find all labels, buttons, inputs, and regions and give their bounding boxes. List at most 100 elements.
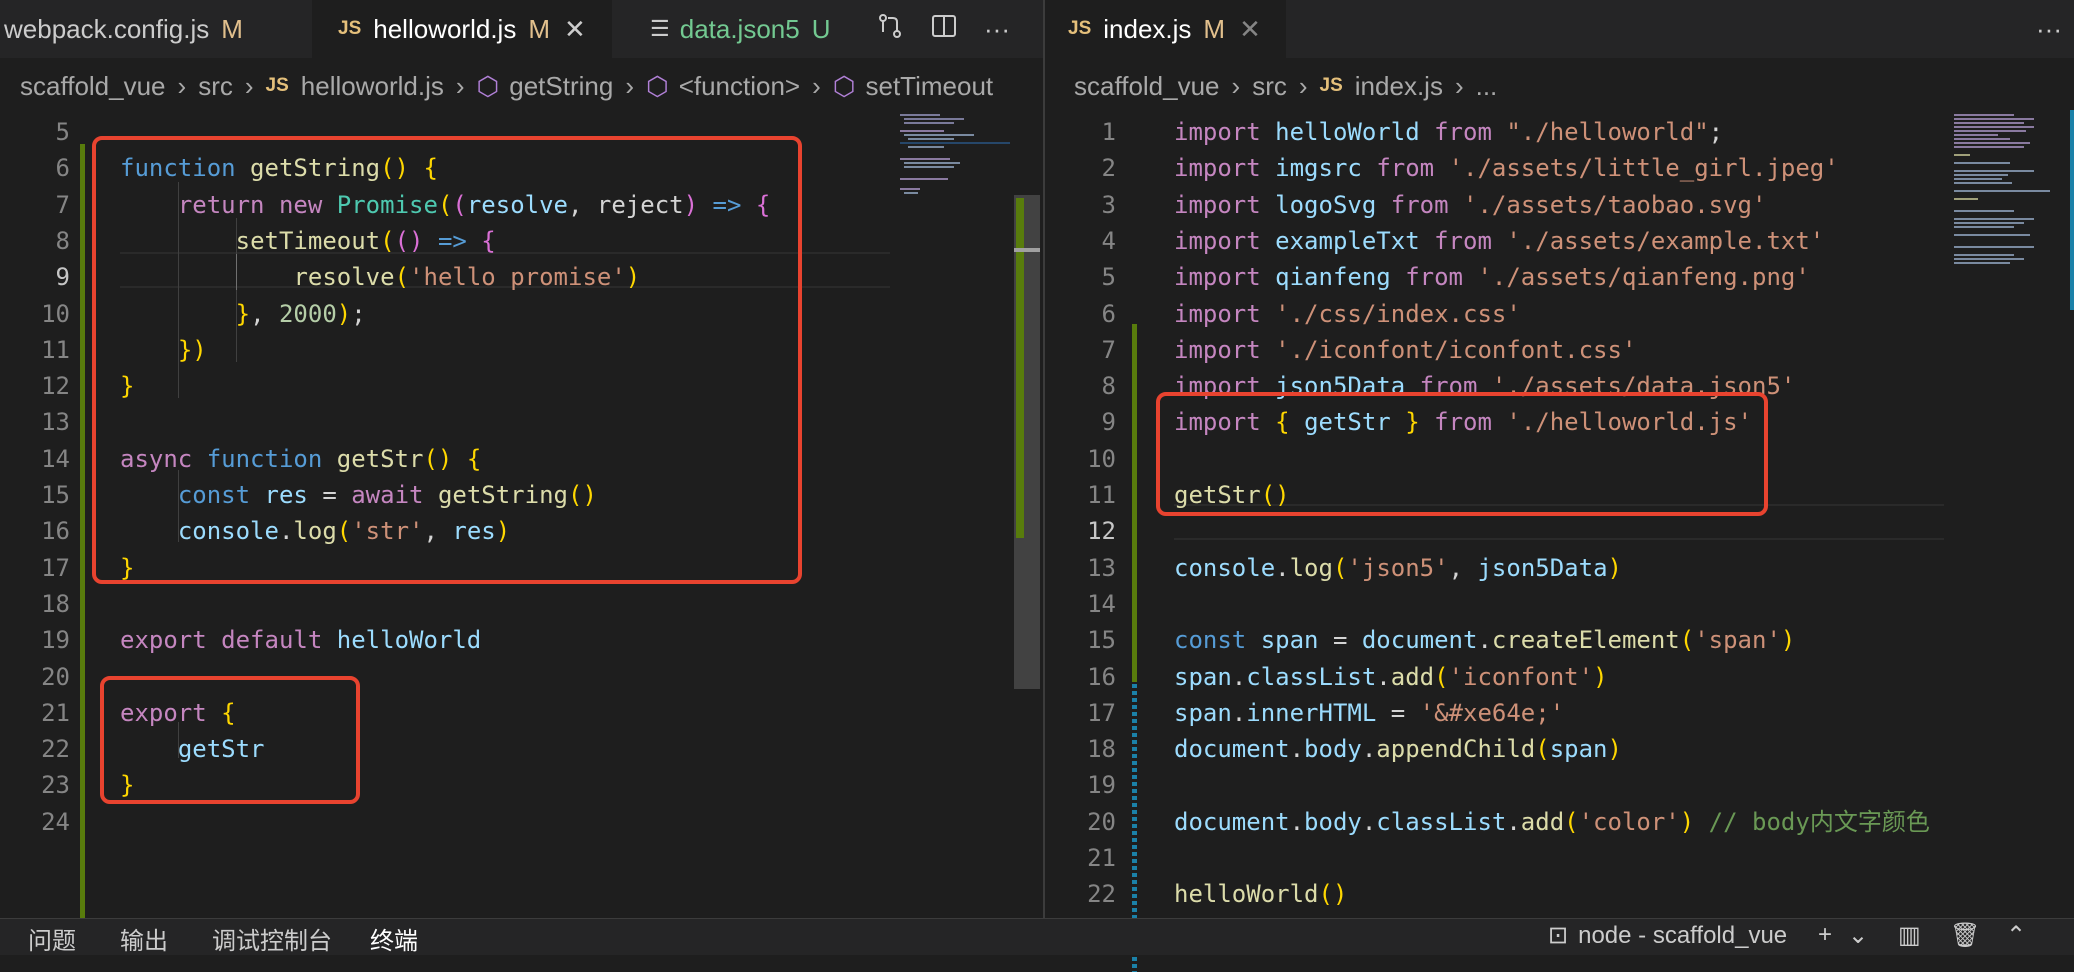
breadcrumb-item[interactable]: setTimeout [866,71,994,102]
minimap-line [900,130,944,132]
tab-index-js[interactable]: JS index.js M ✕ [1046,0,1286,58]
line-number: 14 [41,444,70,473]
git-compare-icon[interactable] [876,12,904,47]
chevron-right-icon: › [244,70,254,101]
trash-icon[interactable]: 🗑 [1950,921,1980,950]
line-number: 19 [41,626,70,655]
tab-debug-console[interactable]: 调试控制台 [212,921,332,956]
breadcrumb-item[interactable]: scaffold_vue [1074,71,1220,102]
line-number: 22 [1087,880,1116,909]
breadcrumb-item[interactable]: getString [509,71,613,102]
plus-icon[interactable]: + [1818,921,1832,949]
code-line: import exampleTxt from './assets/example… [1174,226,1825,255]
more-actions-icon[interactable]: ··· [984,14,1010,45]
breadcrumb-item[interactable]: src [198,71,233,102]
minimap-line [1954,258,2024,260]
minimap-line [904,192,918,194]
code-line: span.innerHTML = '&#xe64e;' [1174,698,1565,727]
minimap-line [1954,162,2010,164]
highlight-box-export [100,676,360,804]
code-line: const span = document.createElement('spa… [1174,626,1796,655]
minimap-line [1954,138,2010,140]
tab-output[interactable]: 输出 [120,921,168,956]
more-actions-icon[interactable]: ··· [2036,14,2062,45]
line-number: 16 [1087,662,1116,691]
minimap-line [1954,174,2008,176]
tab-status: M [221,13,243,44]
minimap-line [1954,198,1978,200]
code-line: import helloWorld from "./helloworld"; [1174,118,1724,146]
code-line: import logoSvg from './assets/taobao.svg… [1174,190,1767,219]
right-tab-bar: JS index.js M ✕ ··· [1046,0,2074,58]
minimap-line [1954,178,2002,180]
split-editor-icon[interactable] [930,12,958,47]
minimap-line [1954,154,1970,156]
minimap-line [1954,122,2024,124]
chevron-up-icon[interactable]: ⌃ [2006,921,2026,950]
tab-problems[interactable]: 问题 [28,921,76,956]
minimap-line [904,118,964,120]
tab-terminal[interactable]: 终端 [370,921,418,956]
code-line: document.body.classList.add('color') // … [1174,807,1930,836]
code-line: export default helloWorld [120,626,482,655]
tab-data-json5[interactable]: ☰ data.json5 U [616,0,856,58]
highlight-box-import-getstr [1156,392,1768,516]
minimap-line [1954,210,2014,212]
line-number: 7 [55,190,70,219]
breadcrumb: scaffold_vue › src › JS helloworld.js › … [20,62,1040,110]
terminal-selector[interactable]: ⊡ node - scaffold_vue [1548,921,1787,950]
editor-group-divider[interactable] [1043,0,1045,954]
minimap-line [1954,222,2024,224]
line-number: 20 [41,662,70,691]
line-number: 2 [1101,154,1116,183]
line-number: 9 [1101,408,1116,437]
minimap[interactable] [890,110,1014,210]
file-icon: ☰ [650,16,670,41]
minimap-line [1954,182,2012,184]
line-number: 17 [1087,698,1116,727]
minimap-line [900,178,948,180]
minimap-line [904,166,954,168]
minimap-line [904,122,954,124]
minimap-line [1954,126,2034,128]
scrollbar-cursor-marker [1014,248,1040,252]
chevron-down-icon[interactable]: ⌄ [1848,921,1868,950]
chevron-right-icon: › [177,70,187,101]
minimap-line [900,142,1010,144]
minimap-line [900,114,940,116]
breadcrumb-item[interactable]: <function> [679,71,800,102]
minimap-line [1954,146,2024,148]
line-number: 21 [1087,844,1116,872]
breadcrumb-item[interactable]: scaffold_vue [20,71,166,102]
breadcrumb-item[interactable]: helloworld.js [301,71,444,102]
minimap-line [1954,134,1998,136]
layout-icon[interactable]: ▥ [1898,921,1921,950]
terminal-label: node - scaffold_vue [1578,921,1788,949]
line-number: 5 [55,118,70,146]
breadcrumb-item[interactable]: src [1252,71,1287,102]
breadcrumb-item[interactable]: index.js [1355,71,1443,102]
line-number: 13 [1087,553,1116,582]
minimap-line [1954,262,2010,264]
code-line: import qianfeng from './assets/qianfeng.… [1174,263,1810,292]
minimap-line [1954,170,2034,172]
code-line: import imgsrc from './assets/little_girl… [1174,154,1839,183]
tab-webpack-config[interactable]: webpack.config.js M [0,0,312,58]
close-icon[interactable]: ✕ [564,14,586,45]
minimap-line [1954,118,2034,120]
line-number: 23 [41,771,70,800]
line-number: 8 [1101,372,1116,401]
tab-label: index.js [1103,13,1192,44]
chevron-right-icon: › [455,70,465,101]
minimap-line [1954,130,2026,132]
tab-status: M [1203,13,1226,44]
minimap[interactable] [1950,110,2070,310]
minimap-line [1954,218,2034,220]
line-number: 11 [1087,481,1116,509]
tab-helloworld[interactable]: JS helloworld.js M ✕ [312,0,612,58]
tab-status: M [528,13,550,44]
close-icon[interactable]: ✕ [1239,14,1261,45]
minimap-line [900,158,950,160]
symbol-method-icon: ⬡ [832,70,856,101]
breadcrumb-item[interactable]: ... [1476,71,1498,102]
